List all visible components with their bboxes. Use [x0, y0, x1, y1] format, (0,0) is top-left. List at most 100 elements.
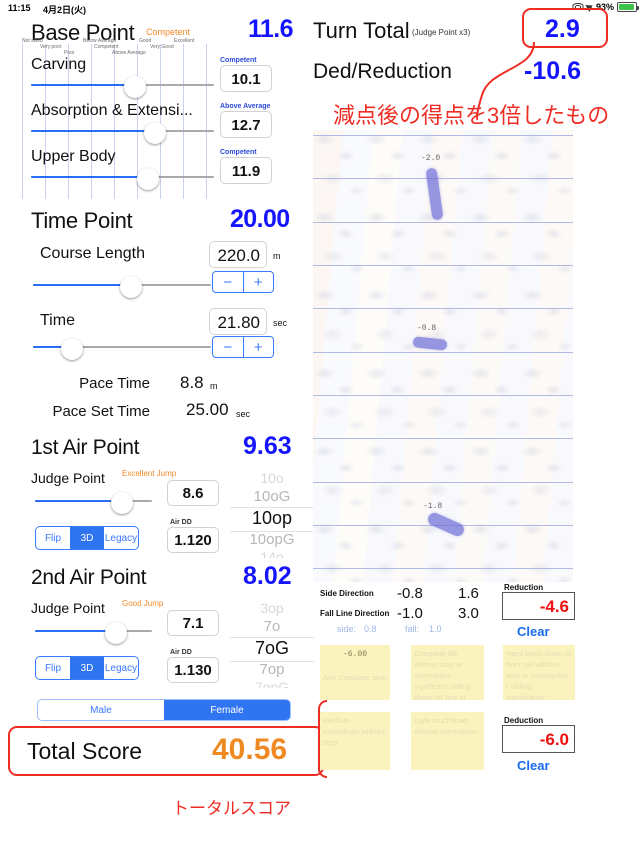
- air1-segment-flip[interactable]: Flip: [36, 527, 70, 549]
- air2-segment-legacy[interactable]: Legacy: [104, 657, 138, 679]
- upper-body-slider[interactable]: [31, 168, 214, 190]
- deduction-clear-button[interactable]: Clear: [517, 758, 550, 773]
- picker-option[interactable]: 7o: [228, 618, 316, 635]
- deduction-note-text: Complete fall without stop or interrupti…: [414, 649, 471, 700]
- deduction-note-text: Hard touch down or front roll without st…: [506, 649, 572, 700]
- gender-option-male[interactable]: Male: [38, 700, 164, 720]
- app-root: 11:15 4月2日(火) 93% Base Point Competent 1…: [0, 0, 643, 858]
- side-sub-value: 0.8: [364, 624, 377, 634]
- total-score-annotation: トータルスコア: [172, 799, 291, 818]
- base-point-score: 11.6: [248, 15, 293, 43]
- slider-knob[interactable]: [119, 276, 142, 298]
- gridline: [313, 395, 573, 396]
- picker-option[interactable]: 10o: [228, 470, 316, 486]
- picker-option[interactable]: 7opG: [228, 679, 316, 688]
- air2-dd-caption: Air DD: [170, 649, 192, 656]
- mark-label: -2.0: [421, 154, 441, 163]
- slider-knob[interactable]: [110, 492, 133, 514]
- carving-value[interactable]: 10.1: [220, 65, 272, 92]
- turn-mark[interactable]: [425, 510, 467, 539]
- total-score-value: 40.56: [212, 733, 288, 766]
- air1-judge-slider[interactable]: [35, 492, 152, 514]
- time-stepper[interactable]: − +: [212, 336, 274, 358]
- course-length-stepper[interactable]: − +: [212, 271, 274, 293]
- upper-body-caption: Competent: [220, 149, 257, 156]
- gender-option-female[interactable]: Female: [164, 700, 290, 720]
- deduction-note[interactable]: Light touchdown without interruption: [411, 712, 484, 770]
- base-point-rating: Competent: [146, 27, 191, 37]
- reduction-value[interactable]: -4.6: [502, 592, 575, 620]
- gridline: [313, 265, 573, 266]
- time-slider[interactable]: [33, 338, 211, 360]
- carving-caption: Competent: [220, 57, 257, 64]
- deduction-note[interactable]: Complete fall without stop or interrupti…: [411, 645, 484, 700]
- air2-trick-type-segmented[interactable]: Flip 3D Legacy: [35, 656, 139, 680]
- course-length-value[interactable]: 220.0: [209, 241, 267, 268]
- deduction-value[interactable]: -6.0: [502, 725, 575, 753]
- scale-label-very-good: Very Good: [150, 44, 174, 50]
- deduction-note[interactable]: Medium touchdown without stop: [320, 712, 390, 770]
- deduction-note[interactable]: -6.00 Any Complete stop: [320, 645, 390, 700]
- air2-trick-picker[interactable]: 3op 7o 7oG 7op 7opG: [228, 590, 316, 688]
- gender-segmented-control[interactable]: Male Female: [37, 699, 291, 721]
- course-length-slider[interactable]: [33, 276, 211, 298]
- slider-knob[interactable]: [61, 338, 84, 360]
- carving-slider[interactable]: [31, 76, 214, 98]
- time-unit: sec: [273, 318, 288, 328]
- time-label: Time: [40, 312, 75, 329]
- air1-segment-legacy[interactable]: Legacy: [104, 527, 138, 549]
- air2-judge-slider[interactable]: [35, 622, 152, 644]
- fall-line-direction-v2: 3.0: [458, 605, 479, 622]
- air2-score: 8.02: [243, 562, 292, 590]
- air1-trick-picker[interactable]: 10o 10oG 10op 10opG 14o: [228, 460, 316, 558]
- air2-segment-flip[interactable]: Flip: [36, 657, 70, 679]
- pace-set-time-unit: sec: [236, 409, 251, 419]
- picker-option[interactable]: 10opG: [228, 531, 316, 548]
- slider-knob[interactable]: [137, 168, 160, 190]
- time-minus-button[interactable]: −: [213, 337, 244, 357]
- time-value[interactable]: 21.80: [209, 308, 267, 335]
- turn-mark[interactable]: [412, 336, 448, 351]
- air2-judge-value[interactable]: 7.1: [167, 610, 219, 636]
- air1-dd-value[interactable]: 1.120: [167, 527, 219, 553]
- picker-option[interactable]: 14o: [228, 549, 316, 558]
- slider-fill: [33, 284, 131, 286]
- fall-sub-label: fall:: [405, 624, 420, 634]
- air1-judge-label: Judge Point: [31, 470, 105, 486]
- air1-trick-type-segmented[interactable]: Flip 3D Legacy: [35, 526, 139, 550]
- gridline: [313, 352, 573, 353]
- upper-body-value[interactable]: 11.9: [220, 157, 272, 184]
- run-visualization-canvas[interactable]: -2.0 -0.8 -1.8: [313, 130, 573, 582]
- slider-knob[interactable]: [144, 122, 167, 144]
- base-row-label: Absorption & Extensi...: [31, 102, 193, 119]
- slider-knob[interactable]: [124, 76, 147, 98]
- turn-mark[interactable]: [425, 167, 444, 221]
- air1-segment-3d[interactable]: 3D: [70, 527, 104, 549]
- absorption-value[interactable]: 12.7: [220, 111, 272, 138]
- absorption-slider[interactable]: [31, 122, 214, 144]
- pace-time-unit: m: [210, 381, 218, 391]
- air2-dd-value[interactable]: 1.130: [167, 657, 219, 683]
- side-direction-label: Side Direction: [320, 589, 374, 598]
- picker-selected-option[interactable]: 7oG: [228, 638, 316, 659]
- deduction-note-text: Medium touchdown without stop: [323, 716, 386, 747]
- side-sub-label: side:: [337, 624, 357, 634]
- air2-segment-3d[interactable]: 3D: [70, 657, 104, 679]
- picker-option[interactable]: 7op: [228, 661, 316, 678]
- course-length-minus-button[interactable]: −: [213, 272, 244, 292]
- air1-judge-value[interactable]: 8.6: [167, 480, 219, 506]
- reduction-clear-button[interactable]: Clear: [517, 624, 550, 639]
- slider-fill: [31, 84, 136, 86]
- gridline: [313, 222, 573, 223]
- course-length-unit: m: [273, 251, 281, 261]
- deduction-note[interactable]: Hard touch down or front roll without st…: [503, 645, 575, 700]
- course-length-plus-button[interactable]: +: [244, 272, 274, 292]
- fall-line-direction-v1: -1.0: [397, 605, 423, 622]
- course-length-label: Course Length: [40, 245, 145, 262]
- picker-option[interactable]: 10oG: [228, 488, 316, 505]
- time-plus-button[interactable]: +: [244, 337, 274, 357]
- slider-knob[interactable]: [104, 622, 127, 644]
- picker-option[interactable]: 3op: [228, 600, 316, 616]
- picker-selected-option[interactable]: 10op: [228, 508, 316, 529]
- mark-label: -0.8: [417, 324, 437, 333]
